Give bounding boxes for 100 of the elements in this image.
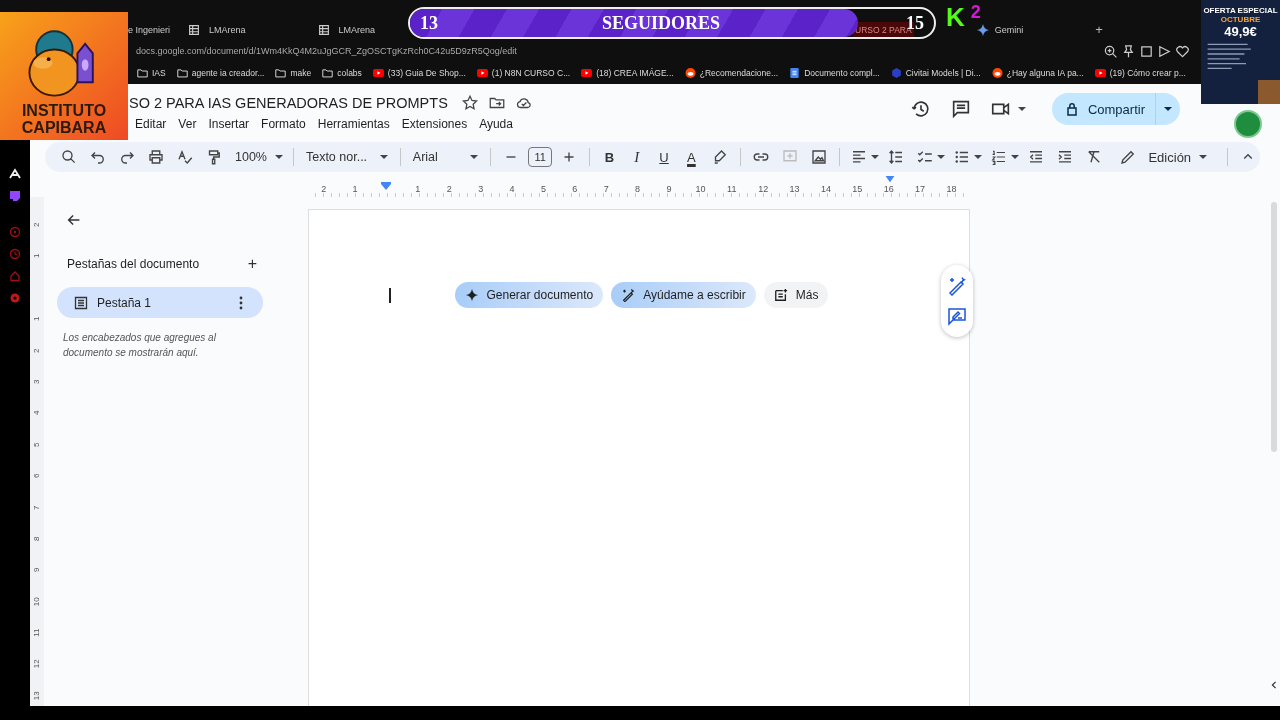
ruler-number: 14 xyxy=(819,184,832,196)
bookmark[interactable]: ¿Hay alguna IA pa... xyxy=(991,68,1084,78)
ruler-number: 7 xyxy=(602,184,610,196)
scrollbar-thumb[interactable] xyxy=(1271,202,1277,452)
ruler-number: 1 xyxy=(414,184,422,196)
font-size-field[interactable]: 11 xyxy=(527,147,553,167)
star-icon[interactable] xyxy=(460,94,479,112)
ruler-number: 5 xyxy=(539,184,547,196)
ad-text: 49,9€ xyxy=(1224,24,1257,39)
text-color-button[interactable]: A xyxy=(680,145,703,169)
settings-icon[interactable] xyxy=(9,292,21,304)
menu-item[interactable]: Editar xyxy=(133,115,173,133)
document-plus-icon xyxy=(773,288,788,302)
play-icon xyxy=(372,68,384,78)
italic-button[interactable]: I xyxy=(625,145,648,169)
bookmark[interactable]: ¿Recomendacione... xyxy=(684,68,779,78)
ruler-number: 10 xyxy=(31,595,43,608)
ruler-number: 2 xyxy=(31,221,43,229)
send-icon[interactable] xyxy=(1157,43,1172,59)
suggestion-chip[interactable]: Más xyxy=(763,282,829,308)
style-select[interactable]: Texto nor... xyxy=(301,150,392,164)
indent-marker-icon[interactable] xyxy=(381,181,392,190)
bookmark[interactable]: (18) CREA IMÁGE... xyxy=(581,68,674,78)
ruler-number: 8 xyxy=(634,184,642,196)
ruler-number: 1 xyxy=(31,252,43,261)
browser-tab[interactable]: Gemini xyxy=(975,22,1024,37)
avatar[interactable] xyxy=(1234,110,1262,138)
zoom-icon[interactable] xyxy=(1103,43,1118,59)
bookmark[interactable]: colabs xyxy=(322,68,362,78)
play-icon xyxy=(581,68,593,78)
bookmark[interactable]: agente ia creador... xyxy=(176,68,265,78)
new-tab-button[interactable]: + xyxy=(1095,22,1103,37)
bold-button[interactable]: B xyxy=(598,145,621,169)
ruler-number: 2 xyxy=(31,347,43,355)
ruler-number: 11 xyxy=(726,184,738,196)
caret-icon xyxy=(470,154,478,160)
browser-tab[interactable]: LMArena xyxy=(316,22,376,37)
bookmark[interactable]: make xyxy=(275,68,312,78)
home-icon[interactable] xyxy=(9,270,21,282)
ruler-number: 2 xyxy=(445,184,453,196)
bookmark[interactable]: (1) N8N CURSO C... xyxy=(476,68,571,78)
clock-icon[interactable] xyxy=(9,248,21,260)
caret-icon xyxy=(937,154,946,160)
heart-icon[interactable] xyxy=(1175,43,1190,59)
add-tab-button[interactable]: + xyxy=(247,255,257,273)
bookmark[interactable]: Documento compl... xyxy=(789,68,880,78)
history-icon[interactable] xyxy=(909,98,932,120)
bookmark[interactable]: (19) Cómo crear p... xyxy=(1094,68,1186,78)
ruler-number: 17 xyxy=(914,184,927,196)
indent-marker-icon[interactable] xyxy=(885,176,895,183)
underline-button[interactable]: U xyxy=(652,145,676,169)
ruler-number: 4 xyxy=(508,184,516,196)
bookmark[interactable]: Civitai Models | Di... xyxy=(890,68,981,78)
browser-tab[interactable]: LMArena xyxy=(187,22,246,37)
circle-icon[interactable] xyxy=(9,226,21,238)
menu-item[interactable]: Ayuda xyxy=(473,115,519,133)
table-icon xyxy=(316,22,331,37)
document-icon xyxy=(789,68,801,78)
suggestion-chip[interactable]: Generar documento xyxy=(454,282,604,308)
ruler-number: 4 xyxy=(31,409,43,418)
caret-icon xyxy=(379,154,388,160)
document-icon xyxy=(73,294,89,311)
document-title[interactable]: SO 2 PARA IAS GENERADORAS DE PROMPTS xyxy=(129,95,448,111)
zoom-select[interactable]: 100% xyxy=(231,150,285,164)
ruler-number: 1 xyxy=(31,315,43,324)
screenshot-icon[interactable] xyxy=(1139,43,1154,59)
photo-placeholder xyxy=(1258,80,1280,104)
follower-count: 13 xyxy=(420,12,438,34)
extension-icon[interactable] xyxy=(9,168,21,180)
chat-icon[interactable] xyxy=(9,190,21,202)
ruler-number: 3 xyxy=(477,184,485,196)
caret-icon xyxy=(1199,154,1208,160)
bookmark[interactable]: (33) Guia De Shop... xyxy=(372,68,466,78)
play-icon xyxy=(476,68,488,78)
edit-suggestion-icon[interactable] xyxy=(947,306,967,327)
pin-icon[interactable] xyxy=(1121,43,1136,59)
menu-item[interactable]: Extensiones xyxy=(395,115,474,133)
document-page[interactable]: Generar documento Ayúdame a escribir Más xyxy=(308,209,970,706)
table-icon xyxy=(187,22,202,37)
badge-number: 2 xyxy=(970,4,981,21)
menu-item[interactable]: Ver xyxy=(172,115,203,133)
bookmark[interactable]: IAS xyxy=(137,68,166,78)
address-bar[interactable]: docs.google.com/document/d/1Wm4KkQ4M2uJgGCR_ZgOSCTgKzRch0C42u5D9zR5Qog/edit xyxy=(136,46,517,56)
follower-label: SEGUIDORES xyxy=(602,12,721,34)
document-tab[interactable]: Pestaña 1 xyxy=(57,287,263,318)
editing-mode-select[interactable]: Edición xyxy=(1116,145,1220,169)
folder-icon xyxy=(275,68,287,78)
ad-text: OCTUBRE xyxy=(1220,15,1261,24)
caret-icon xyxy=(974,154,983,160)
menu-item[interactable]: Formato xyxy=(255,115,312,133)
magic-pen-icon[interactable] xyxy=(947,275,967,296)
ruler-number: 3 xyxy=(31,378,43,386)
caret-icon xyxy=(1017,106,1026,112)
browser-tab[interactable]: e Ingenieri xyxy=(128,22,171,37)
menu-item[interactable]: Insertar xyxy=(202,115,256,133)
menu-item[interactable]: Herramientas xyxy=(311,115,396,133)
chevron-left-icon[interactable] xyxy=(1269,681,1279,689)
font-select[interactable]: Arial xyxy=(408,150,482,164)
suggestion-chip[interactable]: Ayúdame a escribir xyxy=(611,282,756,308)
ruler-number: 9 xyxy=(31,566,43,575)
